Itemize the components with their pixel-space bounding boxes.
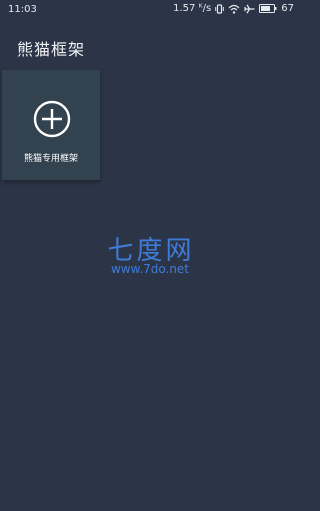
battery-icon <box>259 4 277 13</box>
battery-level: 67 <box>281 3 294 14</box>
status-bar: 11:03 1.57 ᴷ/s 67 <box>0 0 300 20</box>
app-title: 熊猫框架 <box>17 40 86 59</box>
vibrate-icon <box>215 3 225 14</box>
network-speed: 1.57 ᴷ/s <box>173 3 212 14</box>
add-circle-icon[interactable] <box>33 100 71 138</box>
add-frame-tile[interactable]: 熊猫专用框架 <box>2 70 100 180</box>
watermark-url: www.7do.net <box>110 262 190 276</box>
status-indicators: 1.57 ᴷ/s 67 <box>173 3 294 14</box>
status-time: 11:03 <box>8 4 37 15</box>
airplane-icon <box>244 3 255 14</box>
wifi-icon <box>228 4 240 14</box>
tile-label: 熊猫专用框架 <box>23 154 78 164</box>
